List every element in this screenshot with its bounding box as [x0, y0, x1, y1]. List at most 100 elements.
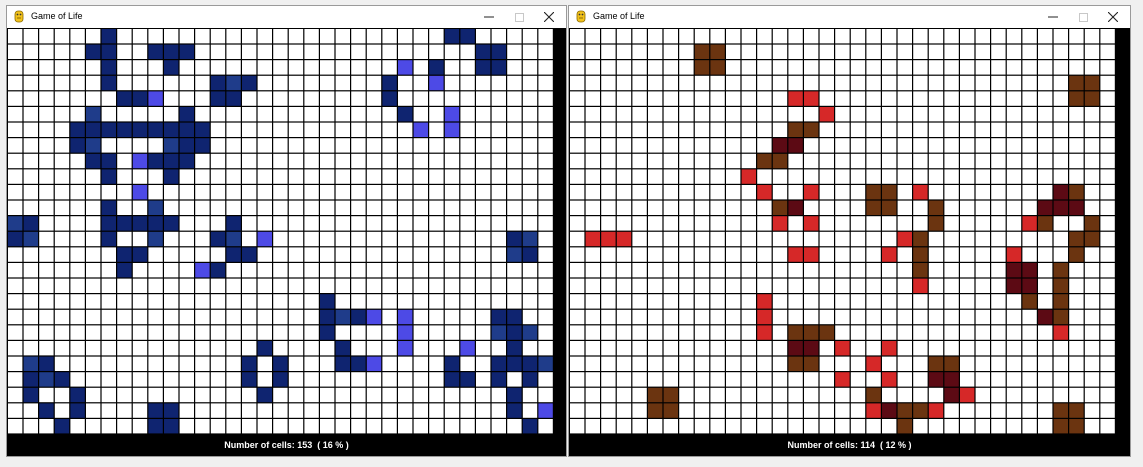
empty-cell[interactable]: [23, 325, 38, 340]
live-cell[interactable]: [772, 216, 788, 231]
empty-cell[interactable]: [476, 309, 491, 325]
empty-cell[interactable]: [944, 263, 959, 278]
empty-cell[interactable]: [1022, 341, 1037, 356]
empty-cell[interactable]: [101, 278, 116, 293]
empty-cell[interactable]: [132, 200, 148, 215]
empty-cell[interactable]: [335, 185, 350, 200]
live-cell[interactable]: [23, 216, 38, 231]
empty-cell[interactable]: [413, 372, 428, 387]
empty-cell[interactable]: [601, 169, 616, 184]
empty-cell[interactable]: [101, 107, 116, 122]
empty-cell[interactable]: [538, 122, 553, 137]
empty-cell[interactable]: [460, 247, 475, 262]
empty-cell[interactable]: [538, 387, 553, 403]
empty-cell[interactable]: [507, 372, 522, 387]
live-cell[interactable]: [788, 356, 803, 371]
empty-cell[interactable]: [538, 278, 553, 293]
empty-cell[interactable]: [819, 60, 834, 75]
live-cell[interactable]: [772, 200, 788, 215]
empty-cell[interactable]: [975, 309, 990, 325]
empty-cell[interactable]: [585, 122, 600, 137]
empty-cell[interactable]: [960, 309, 975, 325]
empty-cell[interactable]: [382, 122, 397, 137]
empty-cell[interactable]: [132, 403, 148, 418]
empty-cell[interactable]: [179, 325, 194, 340]
empty-cell[interactable]: [1069, 341, 1084, 356]
empty-cell[interactable]: [398, 419, 413, 434]
empty-cell[interactable]: [444, 294, 460, 309]
empty-cell[interactable]: [8, 91, 23, 106]
empty-cell[interactable]: [398, 247, 413, 262]
empty-cell[interactable]: [991, 387, 1006, 403]
empty-cell[interactable]: [663, 325, 678, 340]
empty-cell[interactable]: [882, 44, 897, 59]
empty-cell[interactable]: [164, 91, 179, 106]
empty-cell[interactable]: [8, 263, 23, 278]
live-cell[interactable]: [1084, 91, 1100, 106]
empty-cell[interactable]: [288, 107, 304, 122]
empty-cell[interactable]: [804, 419, 819, 434]
empty-cell[interactable]: [398, 200, 413, 215]
empty-cell[interactable]: [616, 419, 632, 434]
empty-cell[interactable]: [772, 263, 788, 278]
empty-cell[interactable]: [39, 107, 54, 122]
live-cell[interactable]: [1069, 185, 1084, 200]
live-cell[interactable]: [398, 107, 413, 122]
empty-cell[interactable]: [476, 169, 491, 184]
empty-cell[interactable]: [538, 231, 553, 247]
empty-cell[interactable]: [570, 278, 585, 293]
empty-cell[interactable]: [648, 29, 663, 44]
empty-cell[interactable]: [460, 185, 475, 200]
empty-cell[interactable]: [741, 60, 756, 75]
live-cell[interactable]: [366, 309, 382, 325]
empty-cell[interactable]: [1084, 185, 1100, 200]
empty-cell[interactable]: [835, 185, 850, 200]
empty-cell[interactable]: [1053, 216, 1068, 231]
empty-cell[interactable]: [366, 341, 382, 356]
empty-cell[interactable]: [835, 294, 850, 309]
live-cell[interactable]: [8, 216, 23, 231]
empty-cell[interactable]: [975, 75, 990, 91]
live-cell[interactable]: [444, 122, 460, 137]
empty-cell[interactable]: [538, 341, 553, 356]
live-cell[interactable]: [101, 216, 116, 231]
live-cell[interactable]: [164, 216, 179, 231]
empty-cell[interactable]: [850, 419, 866, 434]
empty-cell[interactable]: [491, 231, 506, 247]
empty-cell[interactable]: [788, 278, 803, 293]
empty-cell[interactable]: [1006, 60, 1022, 75]
empty-cell[interactable]: [570, 75, 585, 91]
empty-cell[interactable]: [460, 138, 475, 153]
empty-cell[interactable]: [70, 294, 85, 309]
empty-cell[interactable]: [304, 372, 319, 387]
empty-cell[interactable]: [1006, 216, 1022, 231]
empty-cell[interactable]: [39, 263, 54, 278]
empty-cell[interactable]: [54, 387, 70, 403]
empty-cell[interactable]: [913, 341, 928, 356]
empty-cell[interactable]: [195, 309, 210, 325]
empty-cell[interactable]: [148, 138, 163, 153]
live-cell[interactable]: [444, 356, 460, 371]
empty-cell[interactable]: [757, 138, 772, 153]
live-cell[interactable]: [132, 122, 148, 137]
empty-cell[interactable]: [835, 29, 850, 44]
empty-cell[interactable]: [210, 153, 226, 169]
empty-cell[interactable]: [195, 341, 210, 356]
empty-cell[interactable]: [585, 44, 600, 59]
empty-cell[interactable]: [1022, 75, 1037, 91]
empty-cell[interactable]: [616, 169, 632, 184]
empty-cell[interactable]: [366, 325, 382, 340]
empty-cell[interactable]: [1100, 341, 1115, 356]
empty-cell[interactable]: [772, 60, 788, 75]
empty-cell[interactable]: [741, 278, 756, 293]
empty-cell[interactable]: [788, 29, 803, 44]
empty-cell[interactable]: [538, 200, 553, 215]
empty-cell[interactable]: [304, 200, 319, 215]
empty-cell[interactable]: [710, 216, 725, 231]
empty-cell[interactable]: [538, 263, 553, 278]
empty-cell[interactable]: [788, 263, 803, 278]
empty-cell[interactable]: [39, 75, 54, 91]
empty-cell[interactable]: [663, 419, 678, 434]
live-cell[interactable]: [351, 356, 366, 371]
empty-cell[interactable]: [616, 29, 632, 44]
